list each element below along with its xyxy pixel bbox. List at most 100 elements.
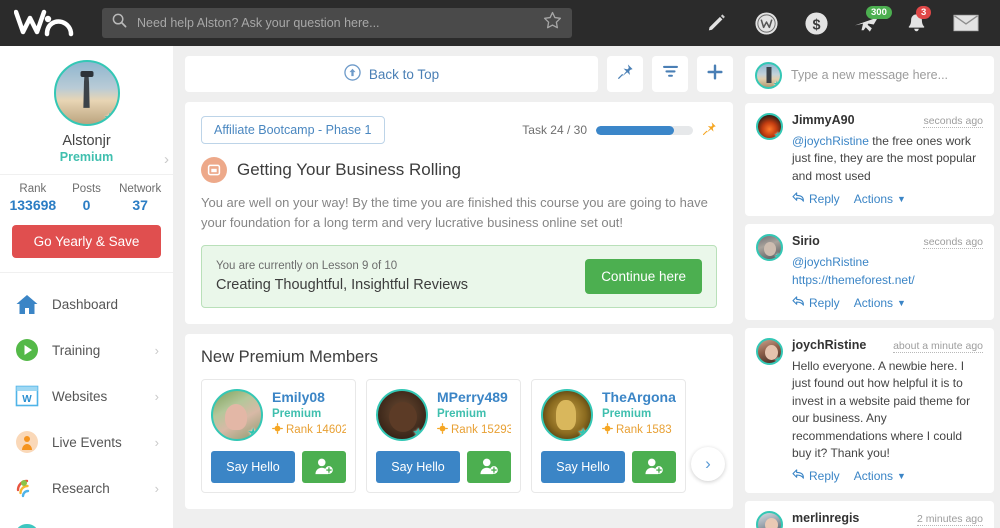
member-card[interactable]: ★ MPerry489 Premium Rank 152934 [366, 379, 521, 493]
phase-chip-button[interactable]: Affiliate Bootcamp - Phase 1 [201, 116, 385, 144]
member-name[interactable]: Emily08 [272, 389, 346, 405]
play-circle-icon [14, 337, 40, 363]
avatar[interactable]: ★ [376, 389, 428, 441]
lesson-text-wrap: You are currently on Lesson 9 of 10 Crea… [216, 260, 468, 293]
reply-button[interactable]: Reply [792, 469, 840, 483]
chat-message-list[interactable]: ★ JimmyA90 seconds ago @joychRistine the… [745, 103, 994, 528]
profile-username: Alstonjr [62, 133, 111, 149]
reply-label: Reply [809, 295, 840, 310]
envelope-icon[interactable] [952, 9, 980, 37]
avatar: ★ [755, 61, 782, 89]
add-user-icon [644, 457, 664, 478]
add-button[interactable] [697, 56, 733, 92]
message-username[interactable]: JimmyA90 [792, 113, 855, 127]
search-icon [112, 13, 127, 33]
say-hello-button[interactable]: Say Hello [541, 451, 625, 483]
favorite-star-icon[interactable] [543, 11, 562, 35]
add-friend-button[interactable] [632, 451, 676, 483]
stat-value: 0 [82, 197, 91, 213]
actions-dropdown[interactable]: Actions ▼ [854, 296, 906, 310]
avatar[interactable]: ★ [53, 60, 120, 126]
chevron-right-icon: › [154, 434, 159, 450]
carousel-next-button[interactable]: › [691, 447, 725, 481]
current-lesson-box: You are currently on Lesson 9 of 10 Crea… [201, 245, 717, 308]
plus-icon [706, 63, 724, 86]
filter-button[interactable] [652, 56, 688, 92]
message-text: Hello everyone. A newbie here. I just fo… [792, 358, 971, 460]
member-card-actions: Say Hello [211, 451, 346, 483]
member-card[interactable]: ★ Emily08 Premium Rank 146027 [201, 379, 356, 493]
premium-star-icon: ★ [103, 110, 116, 125]
member-card[interactable]: ★ TheArgonau Premium Rank 1583 [531, 379, 686, 493]
sidebar-item-websites[interactable]: W Websites › [0, 373, 173, 419]
member-card-actions: Say Hello [541, 451, 676, 483]
avatar[interactable]: ★ [756, 113, 783, 140]
say-hello-button[interactable]: Say Hello [376, 451, 460, 483]
add-user-icon [314, 457, 334, 478]
sidebar-item-live-chat[interactable]: Live Chat › [0, 511, 173, 528]
dollar-icon[interactable]: $ [802, 9, 830, 37]
go-yearly-save-button[interactable]: Go Yearly & Save [12, 225, 161, 258]
broadcast-icon [14, 429, 40, 455]
sidebar-item-training[interactable]: Training › [0, 327, 173, 373]
reply-button[interactable]: Reply [792, 296, 840, 310]
member-name[interactable]: MPerry489 [437, 389, 511, 405]
new-message-input[interactable] [791, 68, 984, 82]
stat-posts: Posts 0 [60, 183, 114, 213]
search-input[interactable] [137, 16, 533, 30]
sidebar-item-label: Dashboard [52, 296, 119, 312]
say-hello-button[interactable]: Say Hello [211, 451, 295, 483]
pin-button[interactable] [607, 56, 643, 92]
chat-message: ★ JimmyA90 seconds ago @joychRistine the… [745, 103, 994, 217]
wa-logo[interactable] [14, 6, 78, 40]
member-name[interactable]: TheArgonau [602, 389, 676, 405]
reply-label: Reply [809, 469, 840, 484]
stat-network: Network 37 [113, 183, 167, 213]
wa-coin-icon[interactable] [752, 9, 780, 37]
message-username[interactable]: Sirio [792, 234, 820, 248]
reply-arrow-icon [792, 192, 805, 206]
global-search[interactable] [102, 8, 572, 38]
add-friend-button[interactable] [467, 451, 511, 483]
stat-value: 37 [132, 197, 148, 213]
chat-bubble-icon [14, 521, 40, 528]
chevron-right-icon: › [154, 388, 159, 404]
member-info: Emily08 Premium Rank 146027 [272, 389, 346, 441]
main-content: Back to Top Affiliate Bootcamp - Phase 1… [173, 46, 745, 528]
mention-link[interactable]: @joychRistine [792, 255, 869, 269]
chat-compose-bar[interactable]: ★ [745, 56, 994, 94]
avatar[interactable]: ★ [211, 389, 263, 441]
pencil-icon[interactable] [702, 9, 730, 37]
sidebar-item-dashboard[interactable]: Dashboard [0, 281, 173, 327]
actions-dropdown[interactable]: Actions ▼ [854, 192, 906, 206]
avatar[interactable]: ★ [756, 337, 783, 365]
pin-orange-icon[interactable] [702, 121, 717, 139]
rank-sun-icon [272, 423, 283, 437]
continue-here-button[interactable]: Continue here [585, 259, 702, 294]
add-friend-button[interactable] [302, 451, 346, 483]
actions-dropdown[interactable]: Actions ▼ [854, 469, 906, 483]
rank-sun-icon [602, 423, 613, 437]
back-to-top-label: Back to Top [368, 66, 440, 82]
message-actions: Reply Actions ▼ [792, 469, 983, 483]
member-tier: Premium [272, 408, 322, 420]
avatar[interactable]: ★ [541, 389, 593, 441]
chevron-right-icon: › [154, 480, 159, 496]
message-body: merlinregis 2 minutes ago @Any07 you mig… [792, 511, 983, 528]
message-body: Sirio seconds ago @joychRistine https://… [792, 234, 983, 310]
mention-link[interactable]: @joychRistine [792, 134, 869, 148]
avatar[interactable]: ★ [756, 511, 783, 528]
actions-label: Actions [853, 295, 894, 310]
bell-icon[interactable]: 3 [902, 6, 932, 37]
avatar[interactable]: ★ [756, 234, 783, 262]
sidebar-collapse-chevron-icon[interactable]: › [164, 151, 169, 168]
message-username[interactable]: joychRistine [792, 338, 866, 352]
reply-button[interactable]: Reply [792, 192, 840, 206]
airplane-icon[interactable]: 300 [852, 6, 892, 37]
sidebar-item-research[interactable]: Research › [0, 465, 173, 511]
profile-stats: Rank 133698 Posts 0 Network 37 [0, 175, 173, 217]
sidebar-item-live-events[interactable]: Live Events › [0, 419, 173, 465]
message-link[interactable]: https://themeforest.net/ [792, 273, 915, 287]
back-to-top-button[interactable]: Back to Top [185, 56, 598, 92]
message-username[interactable]: merlinregis [792, 511, 859, 525]
